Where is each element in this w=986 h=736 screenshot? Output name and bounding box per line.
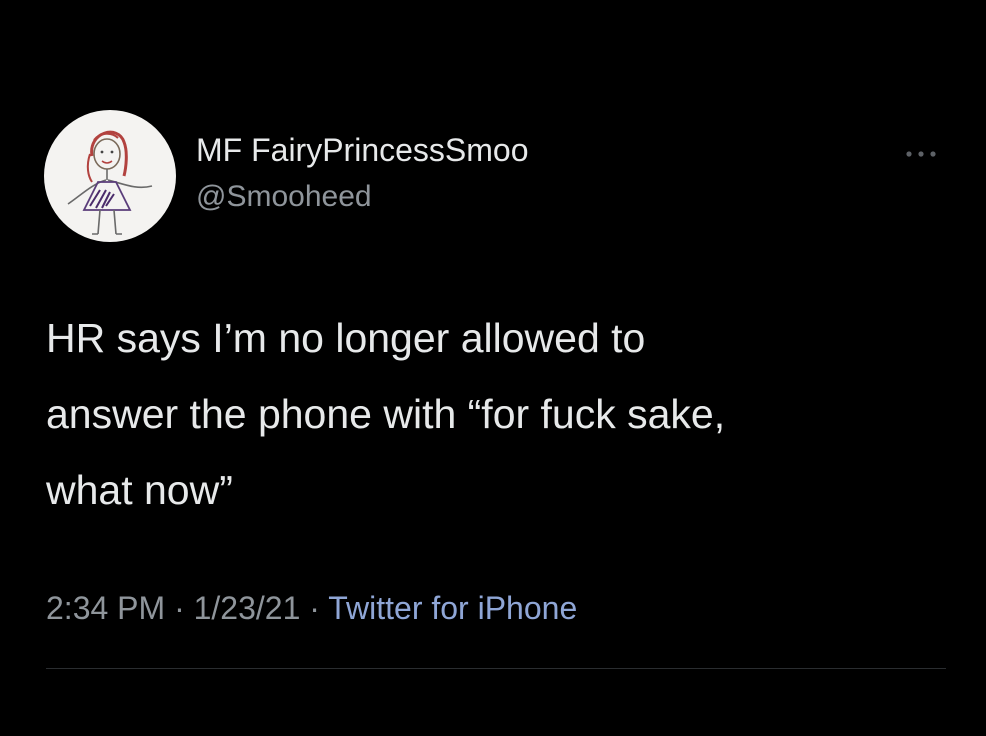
author-display-name[interactable]: MF FairyPrincessSmoo: [196, 132, 529, 169]
tweet-metadata: 2:34 PM · 1/23/21 · Twitter for iPhone: [46, 590, 577, 627]
tweet-text-line: what now”: [46, 467, 233, 513]
meta-separator: ·: [174, 590, 185, 626]
meta-separator: ·: [309, 590, 320, 626]
tweet-text: HR says I’m no longer allowed to answer …: [46, 300, 946, 528]
divider: [46, 668, 946, 669]
tweet-text-line: HR says I’m no longer allowed to: [46, 315, 646, 361]
tweet-text-line: answer the phone with “for fuck sake,: [46, 391, 726, 437]
stick-figure-avatar-icon: [67, 130, 153, 235]
more-options-icon[interactable]: [898, 142, 944, 166]
tweet-source-link[interactable]: Twitter for iPhone: [328, 590, 577, 626]
author-handle[interactable]: @Smooheed: [196, 180, 372, 214]
tweet-date[interactable]: 1/23/21: [194, 590, 301, 626]
avatar[interactable]: [44, 110, 176, 242]
tweet-card: MF FairyPrincessSmoo @Smooheed HR says I…: [0, 0, 986, 736]
tweet-time[interactable]: 2:34 PM: [46, 590, 165, 626]
